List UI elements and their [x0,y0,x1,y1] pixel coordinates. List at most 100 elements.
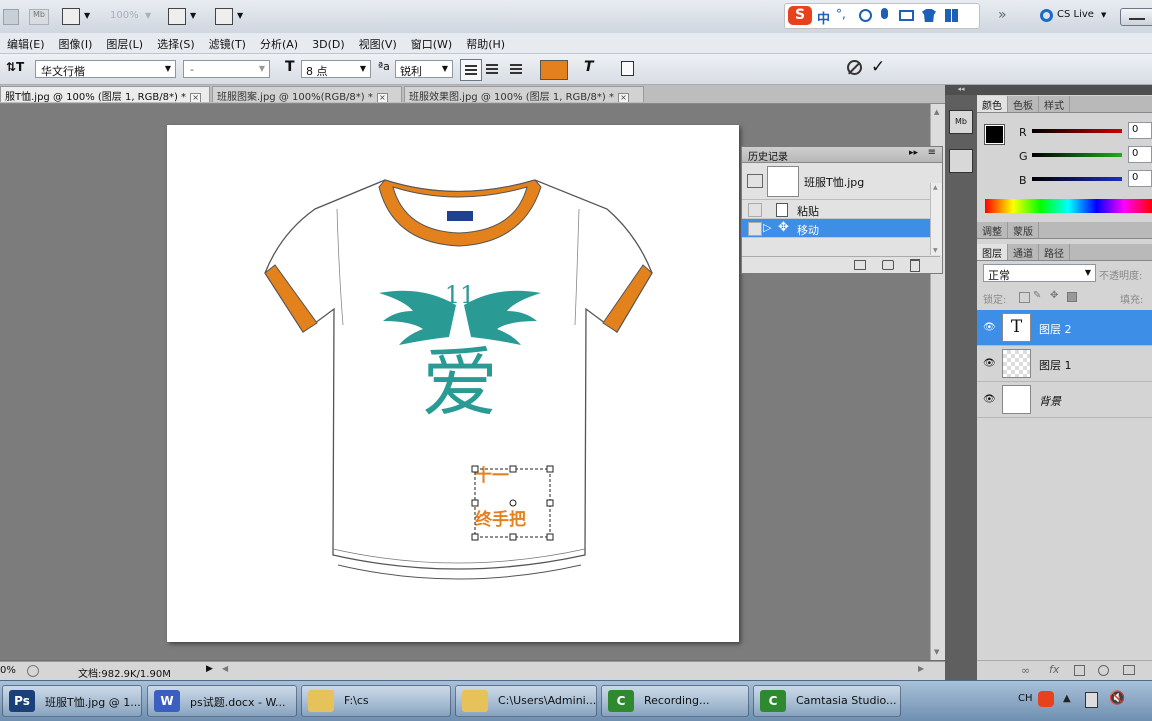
menu-filter[interactable]: 滤镜(T) [202,33,253,52]
history-step-paste[interactable]: 粘贴 [742,200,942,219]
microphone-icon[interactable] [881,8,888,19]
toolbox-grid-icon[interactable] [945,9,958,22]
menu-help[interactable]: 帮助(H) [459,33,512,52]
layer-name[interactable]: 背景 [1039,393,1061,409]
screen-mode-icon[interactable] [215,8,233,25]
lock-all-icon[interactable] [1067,292,1077,302]
scroll-up-icon[interactable]: ▲ [934,108,939,116]
layer-row-text[interactable]: 👁 T 图层 2 [977,310,1152,346]
link-layers-icon[interactable]: ∞ [1021,664,1030,677]
font-family-select[interactable]: 华文行楷 ▼ [35,60,176,78]
view-extras-icon[interactable] [62,8,80,25]
eye-icon[interactable]: 👁 [983,322,996,333]
layer-row-pixel[interactable]: 👁 图层 1 [977,346,1152,382]
taskbar-folder-users[interactable]: C:\Users\Admini... [455,685,597,717]
menu-select[interactable]: 选择(S) [150,33,202,52]
channel-r-input[interactable]: 0 [1128,122,1152,139]
align-center-icon[interactable] [486,64,498,74]
layer-style-icon[interactable]: fx [1049,663,1059,676]
history-brush-source-box[interactable] [748,203,762,217]
character-panel-icon[interactable] [621,61,634,76]
history-brush-source-box[interactable] [748,222,762,236]
dock-collapse-icon[interactable]: ◂◂ [945,85,977,95]
history-scrollbar[interactable]: ▲ ▼ [930,183,942,255]
tab-document-1[interactable]: 服T恤.jpg @ 100% (图层 1, RGB/8*) * × [0,86,210,102]
tab-document-3[interactable]: 班服效果图.jpg @ 100% (图层 1, RGB/8*) * × [404,86,644,102]
new-snapshot-icon[interactable] [882,260,894,270]
scroll-down-icon[interactable]: ▼ [933,247,938,254]
layer-mask-icon[interactable] [1074,665,1085,676]
sogou-tray-icon[interactable] [1038,691,1054,707]
status-info-icon[interactable] [27,665,39,677]
expand-workspace-icon[interactable]: » [998,7,1007,23]
text-color-swatch[interactable] [540,60,568,80]
volume-muted-icon[interactable]: 🔇 [1109,691,1125,706]
warp-text-icon[interactable]: T [584,59,594,75]
tab-masks[interactable]: 蒙版 [1008,222,1039,238]
align-right-icon[interactable] [510,64,522,74]
keyboard-icon[interactable] [899,10,914,21]
tab-layers[interactable]: 图层 [977,244,1008,260]
status-zoom[interactable]: 0% [0,665,16,676]
new-group-icon[interactable] [1123,665,1135,675]
layer-name[interactable]: 图层 2 [1039,321,1072,337]
scroll-up-icon[interactable]: ▲ [933,184,938,191]
color-spectrum-ramp[interactable] [985,199,1152,213]
tab-channels[interactable]: 通道 [1008,244,1039,260]
scroll-down-icon[interactable]: ▼ [934,648,939,656]
mini-bridge-panel-icon[interactable]: Mb [949,110,973,134]
eye-icon[interactable]: 👁 [983,394,996,405]
cs-live-menu[interactable]: CS Live [1057,9,1094,20]
close-icon[interactable]: × [376,93,388,102]
arrange-documents-icon[interactable] [168,8,186,25]
bridge-icon[interactable] [3,9,19,25]
eye-icon[interactable]: 👁 [983,358,996,369]
close-icon[interactable]: × [190,93,202,102]
antialias-select[interactable]: 锐利 ▼ [395,60,453,78]
taskbar-word[interactable]: Wps试题.docx - W... [147,685,297,717]
lock-transparency-icon[interactable] [1019,292,1030,303]
tab-paths[interactable]: 路径 [1039,244,1070,260]
scroll-right-icon[interactable]: ▶ [918,664,924,673]
align-left-button[interactable] [460,59,482,81]
menu-image[interactable]: 图像(I) [52,33,100,52]
menu-analysis[interactable]: 分析(A) [253,33,305,52]
new-document-from-state-icon[interactable] [854,260,866,270]
history-snapshot[interactable]: 班服T恤.jpg [742,163,942,200]
menu-3d[interactable]: 3D(D) [305,35,352,51]
punctuation-toggle[interactable]: °, [836,7,846,21]
tab-swatches[interactable]: 色板 [1008,96,1039,112]
taskbar-photoshop[interactable]: Ps 班服T恤.jpg @ 1... [2,685,142,717]
trash-icon[interactable] [910,259,920,272]
tab-styles[interactable]: 样式 [1039,96,1070,112]
adjustment-layer-icon[interactable] [1098,665,1109,676]
menu-edit[interactable]: 编辑(E) [0,33,52,52]
lock-position-icon[interactable]: ✥ [1050,290,1058,301]
channel-g-slider[interactable] [1032,153,1122,157]
scroll-left-icon[interactable]: ◀ [222,664,228,673]
emoji-icon[interactable] [859,9,872,22]
layer-name[interactable]: 图层 1 [1039,357,1072,373]
document-canvas[interactable]: 11 爱 十一 终手把 [167,125,739,642]
lock-pixels-icon[interactable]: ✎ [1033,290,1041,301]
channel-b-slider[interactable] [1032,177,1122,181]
ime-mode-toggle[interactable]: 中 [817,8,830,27]
text-orientation-icon[interactable]: ⇅T [6,60,24,74]
history-step-move[interactable]: ▷ ✥ 移动 [742,219,942,238]
tab-color[interactable]: 颜色 [977,96,1008,112]
layer-row-background[interactable]: 👁 背景 [977,382,1152,418]
menu-view[interactable]: 视图(V) [352,33,404,52]
channel-b-input[interactable]: 0 [1128,170,1152,187]
tray-expand-icon[interactable]: ▲ [1063,693,1071,704]
font-style-select[interactable]: - ▼ [183,60,270,78]
sogou-logo-icon[interactable]: S [788,6,812,25]
skin-shirt-icon[interactable] [922,9,936,22]
commit-edit-icon[interactable]: ✓ [871,57,885,77]
tray-device-icon[interactable] [1085,692,1098,708]
collapse-panel-icon[interactable]: ▸▸ [909,148,918,158]
panel-menu-icon[interactable]: ≡ [928,147,936,158]
tab-document-2[interactable]: 班服图案.jpg @ 100%(RGB/8*) * × [212,86,402,102]
close-icon[interactable]: × [617,93,629,102]
history-panel-icon[interactable] [949,149,973,173]
menu-layer[interactable]: 图层(L) [99,33,150,52]
